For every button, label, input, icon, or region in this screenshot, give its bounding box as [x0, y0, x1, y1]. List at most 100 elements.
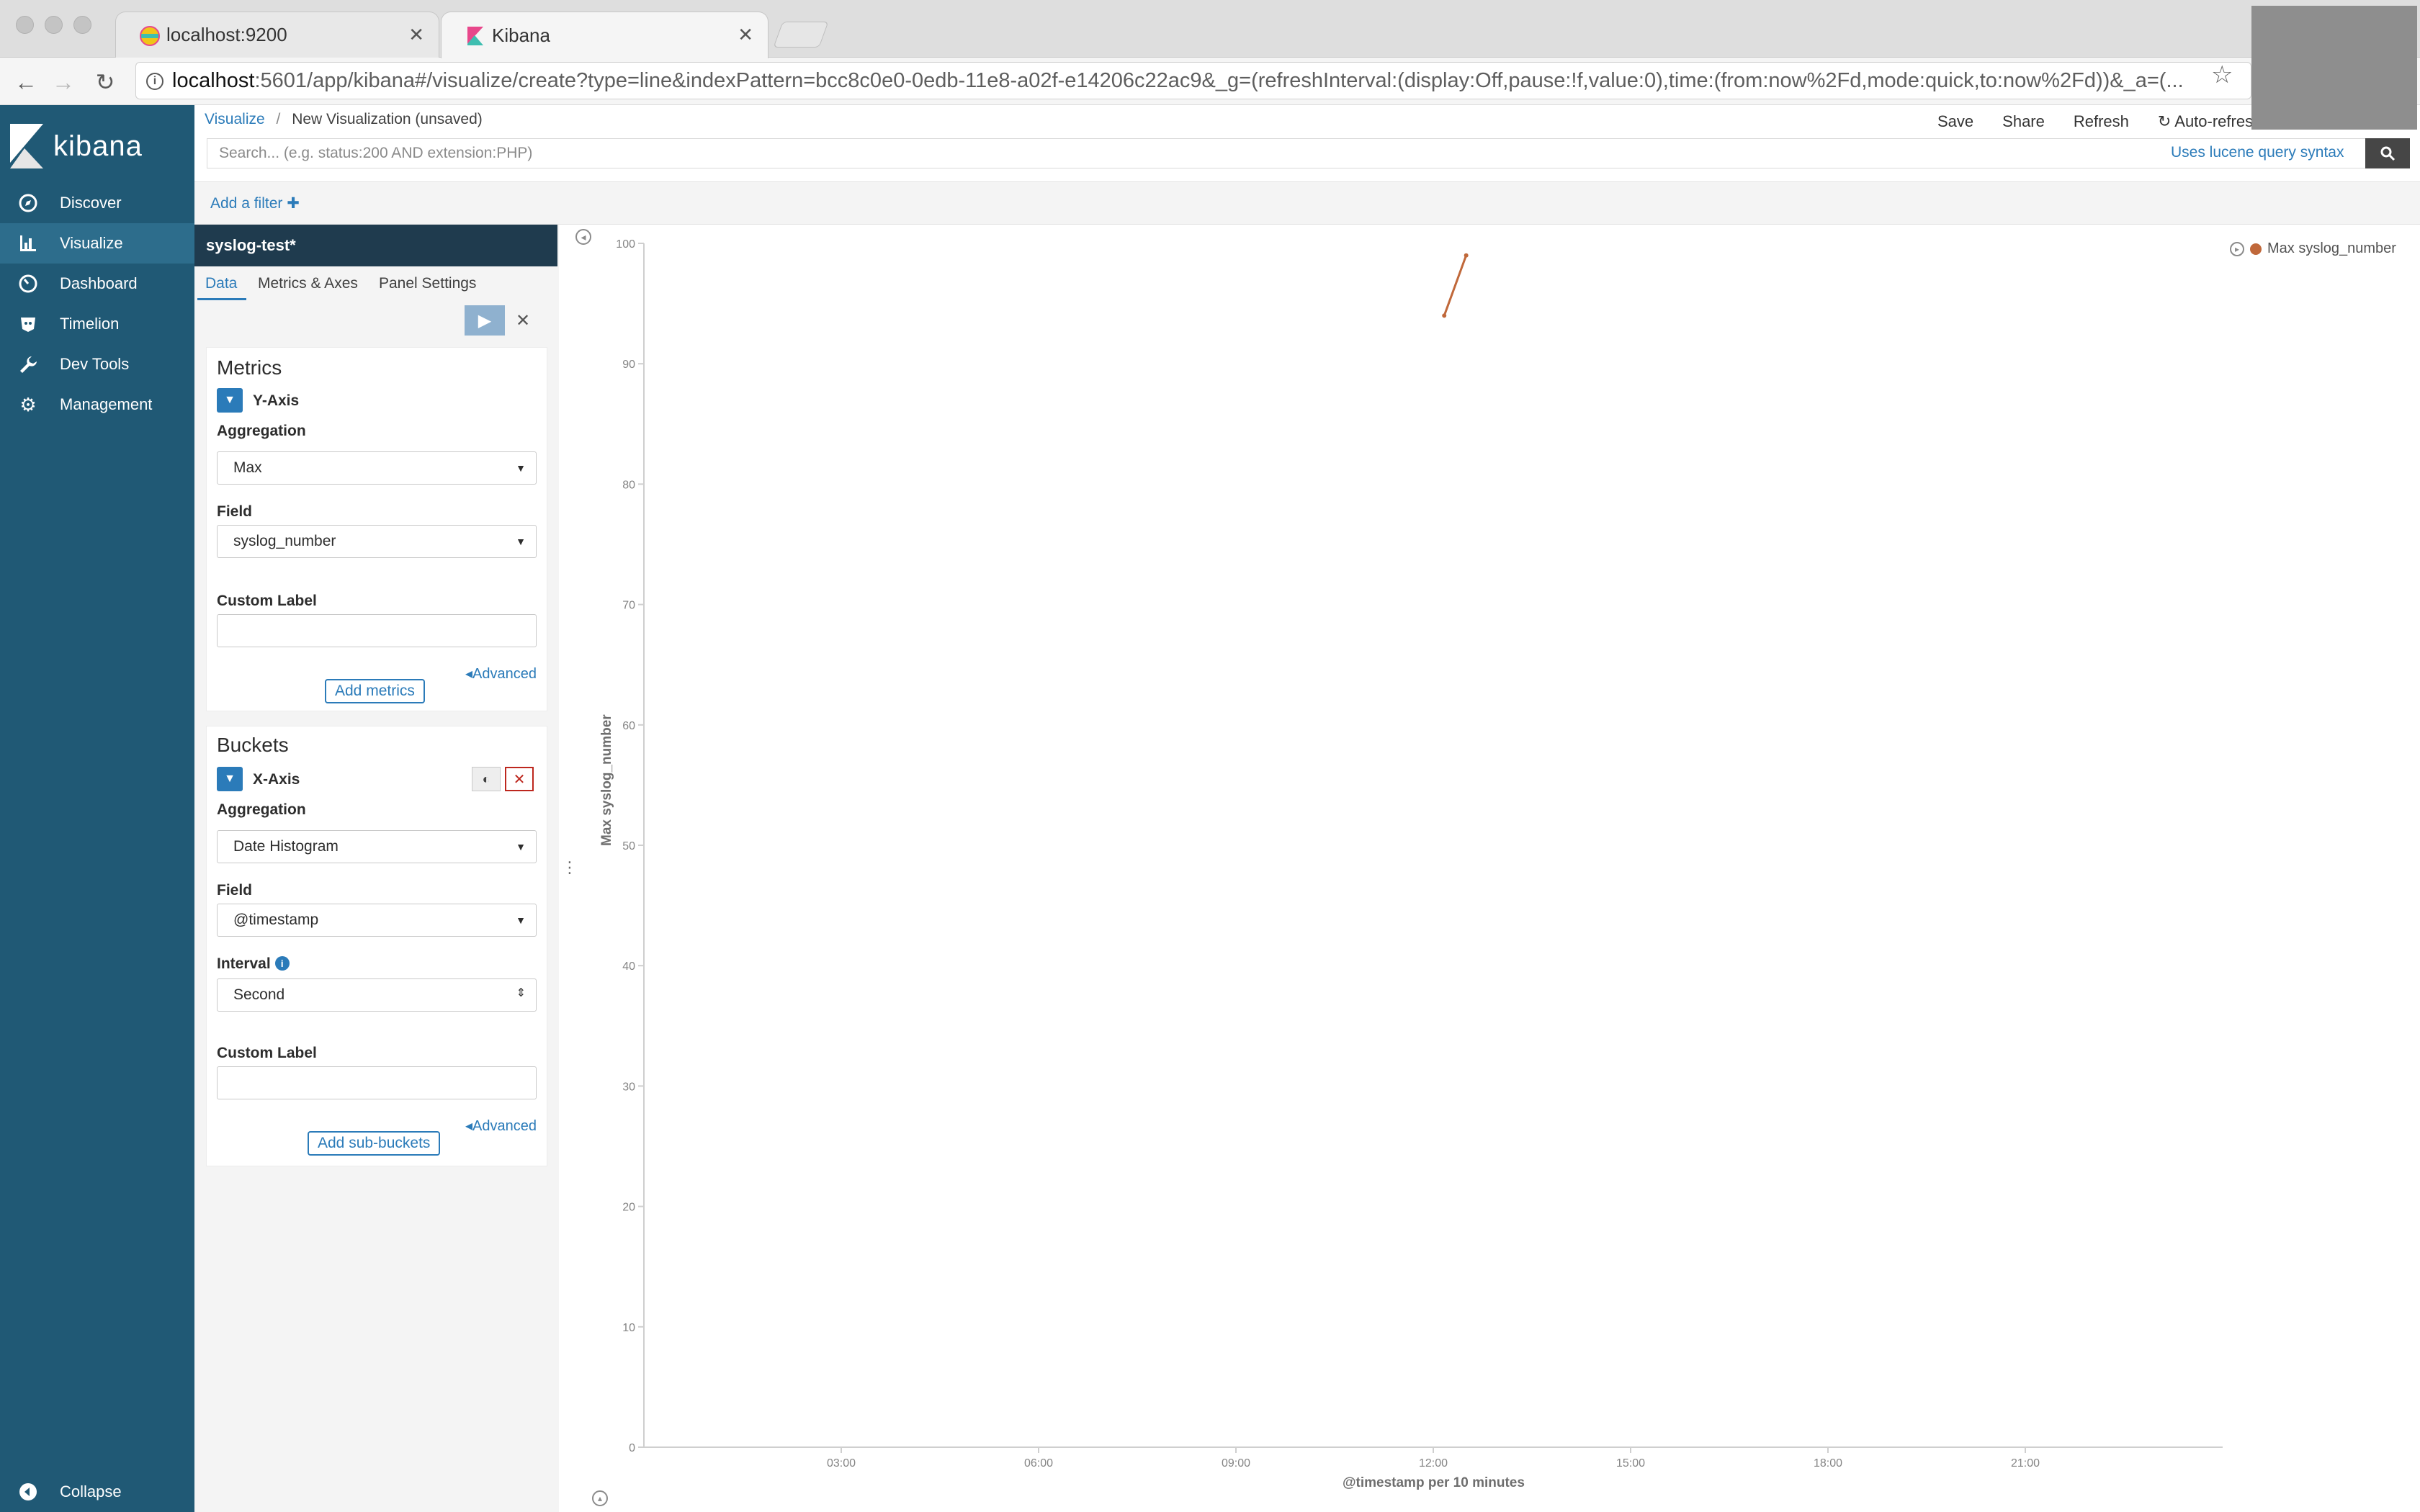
sidebar-item-dashboard[interactable]: Dashboard	[0, 264, 194, 304]
collapse-editor-icon[interactable]: ◂	[575, 229, 591, 245]
y-tick-label: 10	[622, 1322, 635, 1334]
tab-title: Kibana	[492, 24, 550, 46]
bucket-custom-label-input[interactable]	[217, 1066, 537, 1099]
reload-icon[interactable]: ↻	[89, 66, 121, 98]
bucket-axis-label: X-Axis	[253, 771, 300, 788]
sidebar-item-timelion[interactable]: Timelion	[0, 304, 194, 344]
x-tick-label: 15:00	[1616, 1457, 1645, 1469]
breadcrumb: Visualize / New Visualization (unsaved)	[205, 111, 483, 128]
remove-bucket-button[interactable]: ✕	[505, 767, 534, 791]
lucene-syntax-link[interactable]: Uses lucene query syntax	[2171, 144, 2344, 161]
resize-handle[interactable]: ⋮	[562, 858, 578, 877]
x-tick-label: 09:00	[1222, 1457, 1250, 1469]
advanced-label: Advanced	[472, 1118, 537, 1134]
bookmark-star-icon[interactable]: ☆	[2211, 60, 2233, 89]
search-input[interactable]: Search... (e.g. status:200 AND extension…	[207, 138, 2367, 168]
select-value: Date Histogram	[233, 838, 339, 855]
data-point	[1442, 313, 1447, 318]
close-icon: ✕	[515, 310, 531, 330]
elastic-favicon-icon	[140, 26, 160, 46]
breadcrumb-visualize-link[interactable]: Visualize	[205, 111, 265, 127]
info-icon[interactable]: i	[146, 73, 163, 90]
address-bar[interactable]: i localhost:5601/app/kibana#/visualize/c…	[135, 62, 2251, 99]
close-window-button[interactable]	[16, 16, 34, 34]
y-tick-label: 100	[616, 238, 635, 251]
metrics-title: Metrics	[217, 356, 282, 379]
bucket-collapse-toggle[interactable]: ▼	[217, 767, 243, 791]
sidebar-item-discover[interactable]: Discover	[0, 183, 194, 223]
bucket-aggregation-select[interactable]: Date Histogram ▼	[217, 830, 537, 863]
browser-tab-kibana[interactable]: Kibana ✕	[441, 12, 768, 58]
auto-refresh-label: Auto-refresh	[2174, 112, 2262, 130]
share-button[interactable]: Share	[2002, 112, 2045, 131]
kibana-favicon-icon	[467, 27, 483, 45]
sidebar-item-management[interactable]: ⚙ Management	[0, 384, 194, 425]
spy-toggle-icon[interactable]: ▴	[592, 1490, 608, 1506]
active-tab-indicator	[197, 298, 246, 300]
save-button[interactable]: Save	[1937, 112, 1973, 131]
interval-label: Interval i	[217, 955, 290, 973]
legend-color-dot[interactable]	[2250, 243, 2262, 255]
gear-icon: ⚙	[19, 393, 37, 415]
maximize-window-button[interactable]	[73, 16, 91, 34]
caret-left-icon: ◂	[465, 1118, 473, 1134]
sidebar-item-dev-tools[interactable]: Dev Tools	[0, 344, 194, 384]
series-line	[1443, 255, 1468, 316]
select-value: Max	[233, 459, 262, 476]
browser-tab-strip: localhost:9200 ✕ Kibana ✕	[0, 0, 2420, 58]
bar-chart-icon	[17, 233, 39, 254]
metric-aggregation-select[interactable]: Max ▼	[217, 451, 537, 485]
add-filter-button[interactable]: Add a filter ✚	[210, 194, 300, 212]
auto-refresh-button[interactable]: ↻ Auto-refresh	[2158, 112, 2262, 131]
custom-label-label: Custom Label	[217, 593, 317, 609]
new-tab-button[interactable]	[773, 22, 829, 48]
add-metrics-button[interactable]: Add metrics	[325, 679, 425, 703]
metric-advanced-toggle[interactable]: ◂Advanced	[465, 665, 537, 683]
sidebar-item-label: Dev Tools	[60, 355, 130, 373]
metric-custom-label-input[interactable]	[217, 614, 537, 647]
plus-icon: ✚	[287, 195, 300, 212]
forward-arrow-icon[interactable]: →	[48, 66, 79, 98]
metric-collapse-toggle[interactable]: ▼	[217, 388, 243, 413]
toggle-bucket-button[interactable]: ◐	[472, 767, 501, 791]
timelion-icon	[17, 313, 39, 335]
bucket-field-select[interactable]: @timestamp ▼	[217, 904, 537, 937]
back-arrow-icon[interactable]: ←	[10, 66, 42, 98]
search-submit-button[interactable]	[2365, 138, 2410, 168]
breadcrumb-current: New Visualization (unsaved)	[292, 111, 483, 127]
metric-field-select[interactable]: syslog_number ▼	[217, 525, 537, 558]
interval-select[interactable]: Second ⇕	[217, 978, 537, 1012]
y-tick-label: 40	[622, 960, 635, 973]
custom-label-label: Custom Label	[217, 1045, 317, 1061]
chart-legend: ▸ Max syslog_number	[2230, 240, 2396, 257]
tab-metrics-axes[interactable]: Metrics & Axes	[258, 275, 358, 292]
metrics-card: Metrics ▼ Y-Axis Aggregation Max ▼ Field …	[206, 347, 547, 711]
field-label: Field	[217, 503, 253, 520]
y-tick-label: 0	[629, 1442, 635, 1454]
close-tab-icon[interactable]: ✕	[408, 24, 424, 46]
add-filter-label: Add a filter	[210, 195, 283, 212]
close-tab-icon[interactable]: ✕	[738, 24, 753, 46]
info-icon[interactable]: i	[274, 956, 290, 971]
refresh-button[interactable]: Refresh	[2074, 112, 2129, 131]
discard-changes-button[interactable]: ✕	[510, 305, 536, 336]
caret-down-icon: ▼	[516, 536, 526, 547]
sort-arrows-icon: ⇕	[516, 987, 526, 999]
tab-panel-settings[interactable]: Panel Settings	[379, 275, 476, 292]
overlay-box	[2251, 6, 2417, 130]
browser-tab-localhost[interactable]: localhost:9200 ✕	[115, 12, 439, 58]
sidebar-collapse-button[interactable]: Collapse	[0, 1472, 194, 1512]
sidebar-item-visualize[interactable]: Visualize	[0, 223, 194, 264]
kibana-logo[interactable]: kibana	[10, 124, 143, 168]
minimize-window-button[interactable]	[45, 16, 63, 34]
tab-data[interactable]: Data	[205, 275, 237, 292]
interval-label-text: Interval	[217, 955, 271, 972]
add-sub-buckets-button[interactable]: Add sub-buckets	[308, 1131, 441, 1156]
x-tick-label: 06:00	[1024, 1457, 1053, 1469]
kibana-sidebar: kibana Discover Visualize Dashboard Time…	[0, 105, 194, 1512]
sidebar-item-label: Discover	[60, 194, 122, 212]
apply-changes-button[interactable]: ▶	[465, 305, 505, 336]
legend-series-label[interactable]: Max syslog_number	[2267, 240, 2396, 257]
buckets-title: Buckets	[217, 734, 289, 756]
bucket-advanced-toggle[interactable]: ◂Advanced	[465, 1117, 537, 1135]
